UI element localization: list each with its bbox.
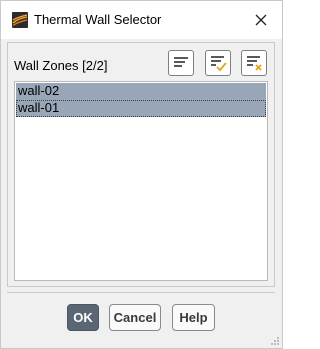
list-x-icon [247,56,262,71]
close-button[interactable] [250,9,272,31]
wall-zones-group: Wall Zones [2/2] wall-02 wall-01 [7,42,275,287]
wall-zones-label: Wall Zones [2/2] [14,58,108,73]
close-icon [255,14,267,26]
window-title: Thermal Wall Selector [34,12,162,27]
separator [7,292,275,293]
clear-button[interactable] [241,50,267,76]
deselect-all-button[interactable] [168,50,194,76]
list-lines-icon [174,57,188,67]
title-bar: Thermal Wall Selector [1,1,282,39]
select-all-button[interactable] [205,50,231,76]
cancel-button[interactable]: Cancel [109,304,161,331]
ok-button[interactable]: OK [67,304,99,331]
list-check-icon [211,56,227,72]
help-button[interactable]: Help [172,304,215,331]
wall-zones-list[interactable]: wall-02 wall-01 [14,81,268,281]
list-item-wall-02[interactable]: wall-02 [16,83,266,100]
list-item-wall-01[interactable]: wall-01 [16,100,266,117]
fluent-app-icon [12,12,28,28]
thermal-wall-selector-dialog: Thermal Wall Selector Wall Zones [2/2] w… [0,0,283,349]
resize-grip-icon[interactable] [270,336,280,346]
